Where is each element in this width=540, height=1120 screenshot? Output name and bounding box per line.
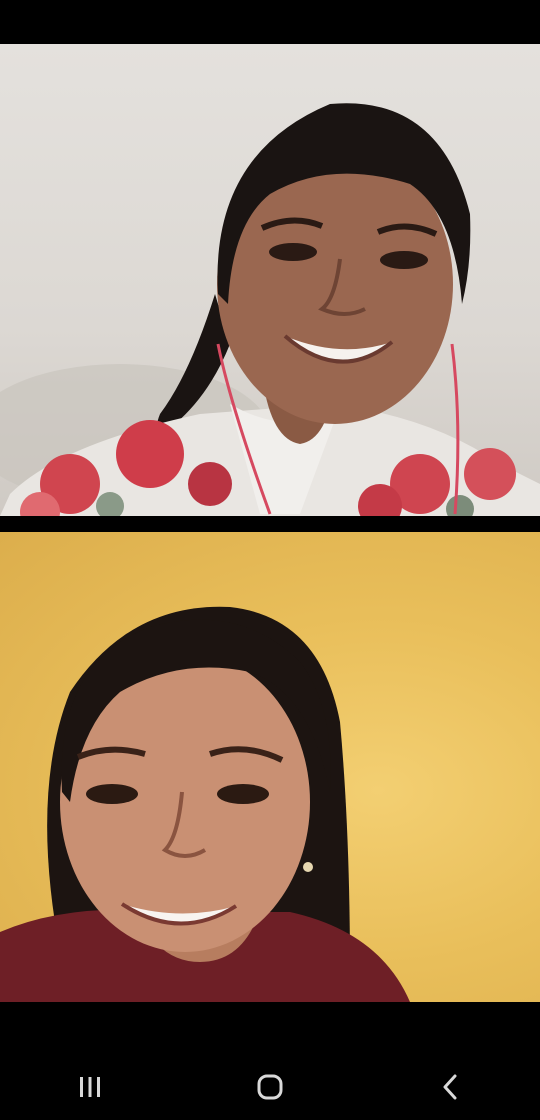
tile-divider [0,516,540,532]
participant-bottom-figure [0,606,410,1002]
controls-area [0,1002,540,1054]
home-icon [257,1074,283,1100]
recent-apps-icon [80,1077,100,1097]
recent-apps-button[interactable] [60,1062,120,1112]
back-button[interactable] [420,1062,480,1112]
participant-video-bottom[interactable] [0,532,540,1002]
participant-video-top[interactable] [0,44,540,516]
navigation-bar [0,1054,540,1120]
home-button[interactable] [240,1062,300,1112]
status-bar [0,0,540,44]
back-icon [443,1074,457,1100]
participant-top-figure [0,103,540,516]
video-call-screen [0,0,540,1120]
